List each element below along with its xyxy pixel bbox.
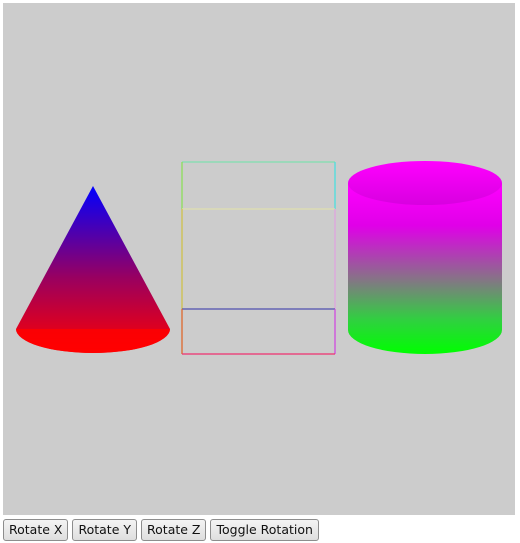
rotate-x-button[interactable]: Rotate X xyxy=(3,519,69,541)
cylinder-shape xyxy=(348,161,502,354)
rotate-z-button[interactable]: Rotate Z xyxy=(141,519,207,541)
toggle-rotation-button[interactable]: Toggle Rotation xyxy=(210,519,319,541)
webgl-canvas[interactable] xyxy=(3,3,515,515)
rotation-controls: Rotate X Rotate Y Rotate Z Toggle Rotati… xyxy=(3,519,319,541)
rotate-y-button[interactable]: Rotate Y xyxy=(72,519,138,541)
wireframe-cube xyxy=(181,161,336,355)
cone-shape xyxy=(16,186,170,353)
